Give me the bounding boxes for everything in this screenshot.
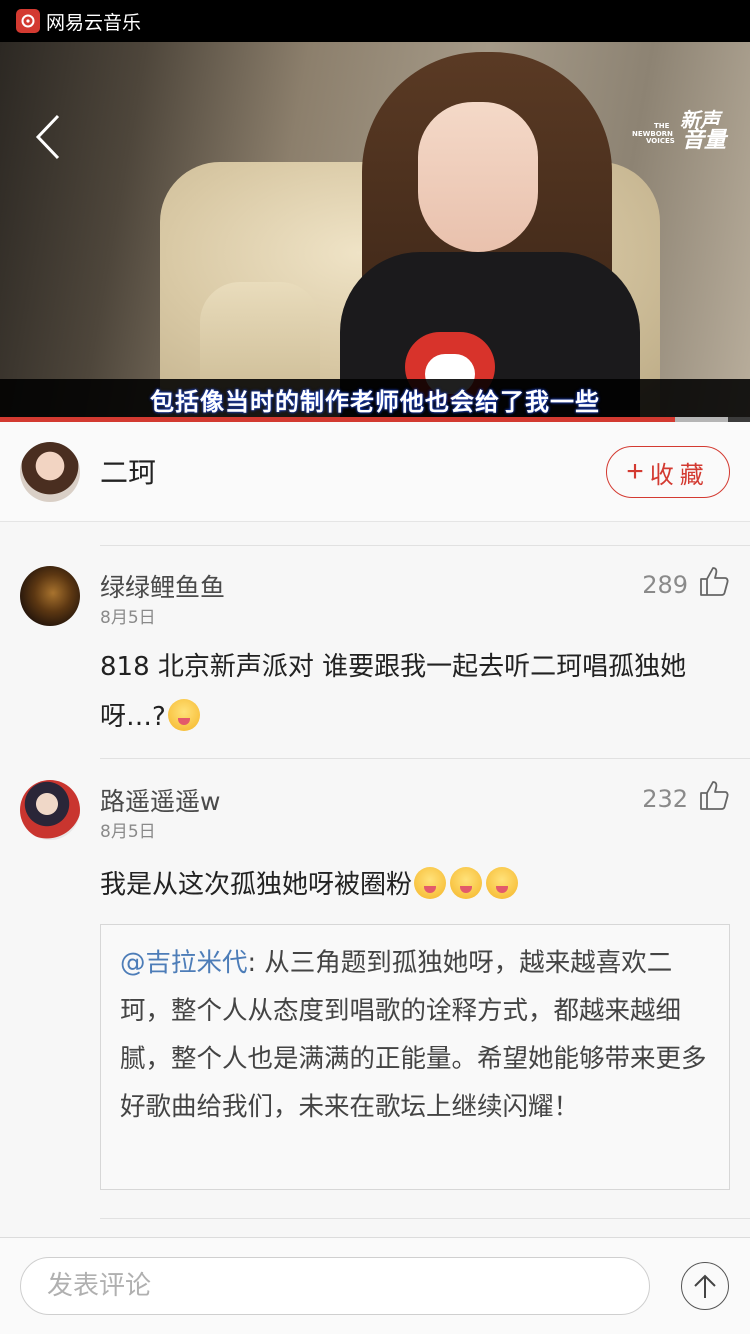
app-root: 网易云音乐 新声 音量 THE NEWBORN VOICES 包括像当时的制作老… — [0, 0, 750, 1334]
tongue-emoji — [450, 867, 483, 899]
arrow-up-icon — [694, 1274, 716, 1298]
video-frame-detail — [418, 102, 538, 252]
comment-text: 818 北京新声派对 谁要跟我一起去听二珂唱孤独她呀…? — [100, 642, 730, 742]
netease-music-icon — [16, 9, 40, 33]
reply-quote[interactable]: @吉拉米代: 从三角题到孤独她呀，越来越喜欢二珂，整个人从态度到唱歌的诠释方式，… — [100, 924, 730, 1190]
thumbs-up-icon[interactable] — [698, 565, 730, 597]
artist-row: 二珂 + 收藏 — [0, 422, 750, 522]
subtitle-bar: 包括像当时的制作老师他也会给了我一些 — [0, 379, 750, 419]
user-avatar[interactable] — [20, 780, 80, 840]
newborn-voices-logo: 新声 音量 THE NEWBORN VOICES — [632, 104, 728, 153]
logo-en-1: THE — [654, 122, 670, 130]
tongue-emoji — [486, 867, 519, 899]
like-count: 289 — [642, 571, 688, 599]
video-player[interactable]: 新声 音量 THE NEWBORN VOICES — [0, 42, 750, 422]
collect-label: 收藏 — [649, 461, 710, 489]
status-bar: 网易云音乐 — [0, 0, 750, 42]
comment-username[interactable]: 路遥遥遥w — [100, 782, 220, 818]
app-name: 网易云音乐 — [46, 11, 142, 34]
like-count: 232 — [642, 785, 688, 813]
comment-bar — [0, 1237, 750, 1334]
plus-icon: + — [626, 455, 644, 488]
comment-list[interactable]: 绿绿鲤鱼鱼 8月5日 289 818 北京新声派对 谁要跟我一起去听二珂唱孤独她… — [0, 522, 750, 1237]
divider — [100, 545, 750, 546]
comment-username[interactable]: 绿绿鲤鱼鱼 — [100, 568, 225, 604]
back-icon[interactable] — [30, 112, 70, 162]
smiling-blush-emoji — [167, 699, 200, 731]
video-subtitle: 包括像当时的制作老师他也会给了我一些 — [150, 387, 600, 416]
divider — [100, 758, 750, 759]
artist-name[interactable]: 二珂 — [100, 451, 156, 491]
collect-button[interactable]: + 收藏 — [606, 446, 730, 498]
logo-en-3: VOICES — [646, 137, 675, 145]
comment-text: 我是从这次孤独她呀被圈粉 — [100, 860, 730, 910]
quoted-username[interactable]: @吉拉米代 — [120, 948, 248, 978]
user-avatar[interactable] — [20, 566, 80, 626]
logo-sub: 音量 — [681, 128, 726, 153]
comment-input[interactable] — [20, 1257, 650, 1315]
comment-date: 8月5日 — [100, 608, 156, 628]
tongue-emoji — [414, 867, 447, 899]
thumbs-up-icon[interactable] — [698, 779, 730, 811]
divider — [100, 1218, 750, 1219]
send-button[interactable] — [681, 1262, 729, 1310]
comment-body: 我是从这次孤独她呀被圈粉 — [100, 870, 413, 900]
comment-date: 8月5日 — [100, 822, 156, 842]
artist-avatar[interactable] — [20, 442, 80, 502]
